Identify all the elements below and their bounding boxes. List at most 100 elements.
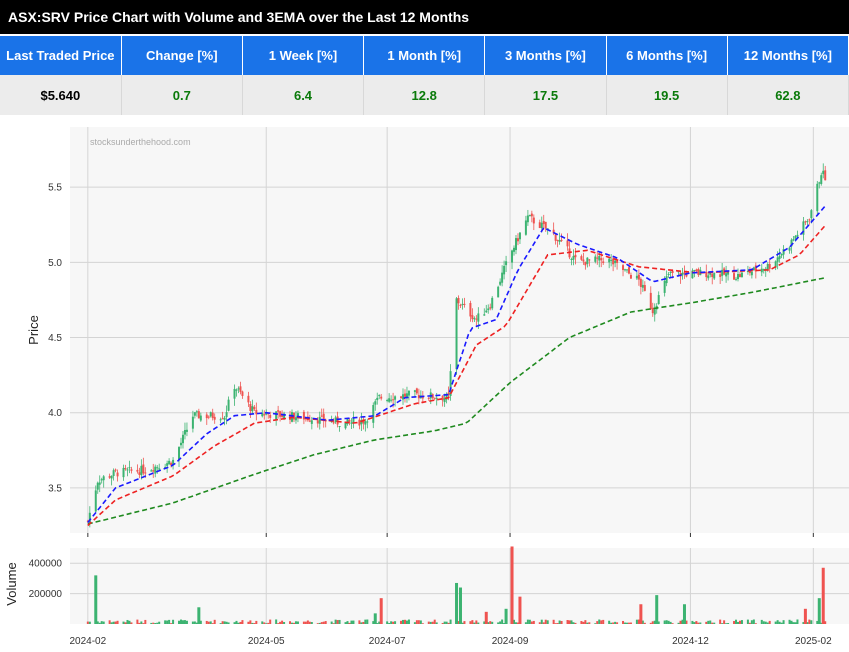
volume-bar [249,620,252,624]
volume-bar [225,621,228,624]
candle-body [388,398,391,402]
volume-bar [362,621,365,624]
candle-body [499,281,502,285]
volume-bar [627,622,630,624]
x-tick-label: 2024-05 [248,636,285,647]
candle-body [374,401,377,405]
volume-bar [530,621,533,624]
volume-bar [445,621,448,624]
candle-body [735,278,738,280]
volume-bar [671,623,674,624]
volume-bar [283,622,286,624]
price-panel-bg [70,127,849,533]
candle-body [580,256,583,260]
candle-body [156,467,159,469]
volume-bar [150,622,153,624]
volume-bar [570,620,573,624]
volume-bar [98,622,101,624]
volume-bar [164,620,167,624]
volume-bar [251,622,254,624]
volume-bar [622,620,625,624]
volume-bar [261,621,264,624]
volume-bar [302,621,305,624]
price-tick-label: 3.5 [48,483,62,494]
candle-body [649,292,652,310]
candle-body [405,393,408,398]
volume-bar [332,623,335,624]
candle-body [308,420,311,422]
volume-bar [156,622,159,624]
candle-body [211,412,214,418]
candle-body [554,234,557,241]
candle-body [457,297,460,304]
candle-body [524,220,527,235]
candle-body [197,411,200,419]
candle-body [461,303,464,305]
volume-bar [709,620,712,624]
volume-bar [360,622,363,624]
volume-bar [281,620,284,624]
candle-body [378,395,381,397]
volume-bar [740,620,743,624]
candle-body [681,272,684,276]
volume-bar [491,621,494,624]
volume-bar [102,621,105,624]
volume-bar [600,620,603,624]
volume-bar [429,621,432,624]
volume-bar [629,622,632,624]
volume-bar [291,622,294,624]
candle-body [497,286,500,298]
candle-body [629,274,632,279]
volume-bar [233,622,236,624]
x-tick-label: 2024-07 [369,636,406,647]
volume-bar [727,623,730,624]
volume-bar [572,622,575,624]
candle-body [596,257,599,259]
volume-bar [616,622,619,624]
candle-body [166,463,169,466]
volume-bar [693,622,696,624]
volume-bar [388,622,391,624]
volume-bar [588,622,591,624]
volume-bar [237,622,240,624]
volume-bar [810,620,813,624]
volume-bar [594,623,597,624]
candle-body [126,469,129,471]
candle-body [594,256,597,262]
volume-bar [691,620,694,624]
price-tick-label: 5.5 [48,183,62,194]
candle-body [154,466,157,474]
volume-bar [346,621,349,624]
candle-body [269,414,272,418]
volume-spike-bar [682,604,686,624]
candle-body [614,260,617,264]
volume-bar [277,623,280,624]
volume-bar [725,623,728,624]
candle-body [364,421,367,425]
volume-bar [560,620,563,624]
candle-body [570,258,573,260]
volume-bar [625,622,628,624]
volume-tick-label: 200000 [29,589,63,600]
candle-body [122,467,125,478]
candle-body [334,417,337,423]
volume-bar [178,620,181,624]
volume-bar [778,621,781,624]
volume-spike-bar [373,613,377,624]
candle-body [616,260,619,263]
candle-body [738,274,741,278]
volume-bar [469,621,472,624]
volume-bar [610,622,613,624]
candle-body [643,285,646,291]
candle-body [768,263,771,269]
volume-bar [253,623,256,624]
volume-bar [574,622,577,624]
candle-body [602,261,605,263]
candle-body [667,273,670,275]
volume-bar [760,619,763,624]
volume-bar [782,620,785,624]
volume-bar [497,622,500,624]
volume-bar [602,619,605,624]
candle-body [316,420,319,424]
volume-bar [776,620,779,624]
